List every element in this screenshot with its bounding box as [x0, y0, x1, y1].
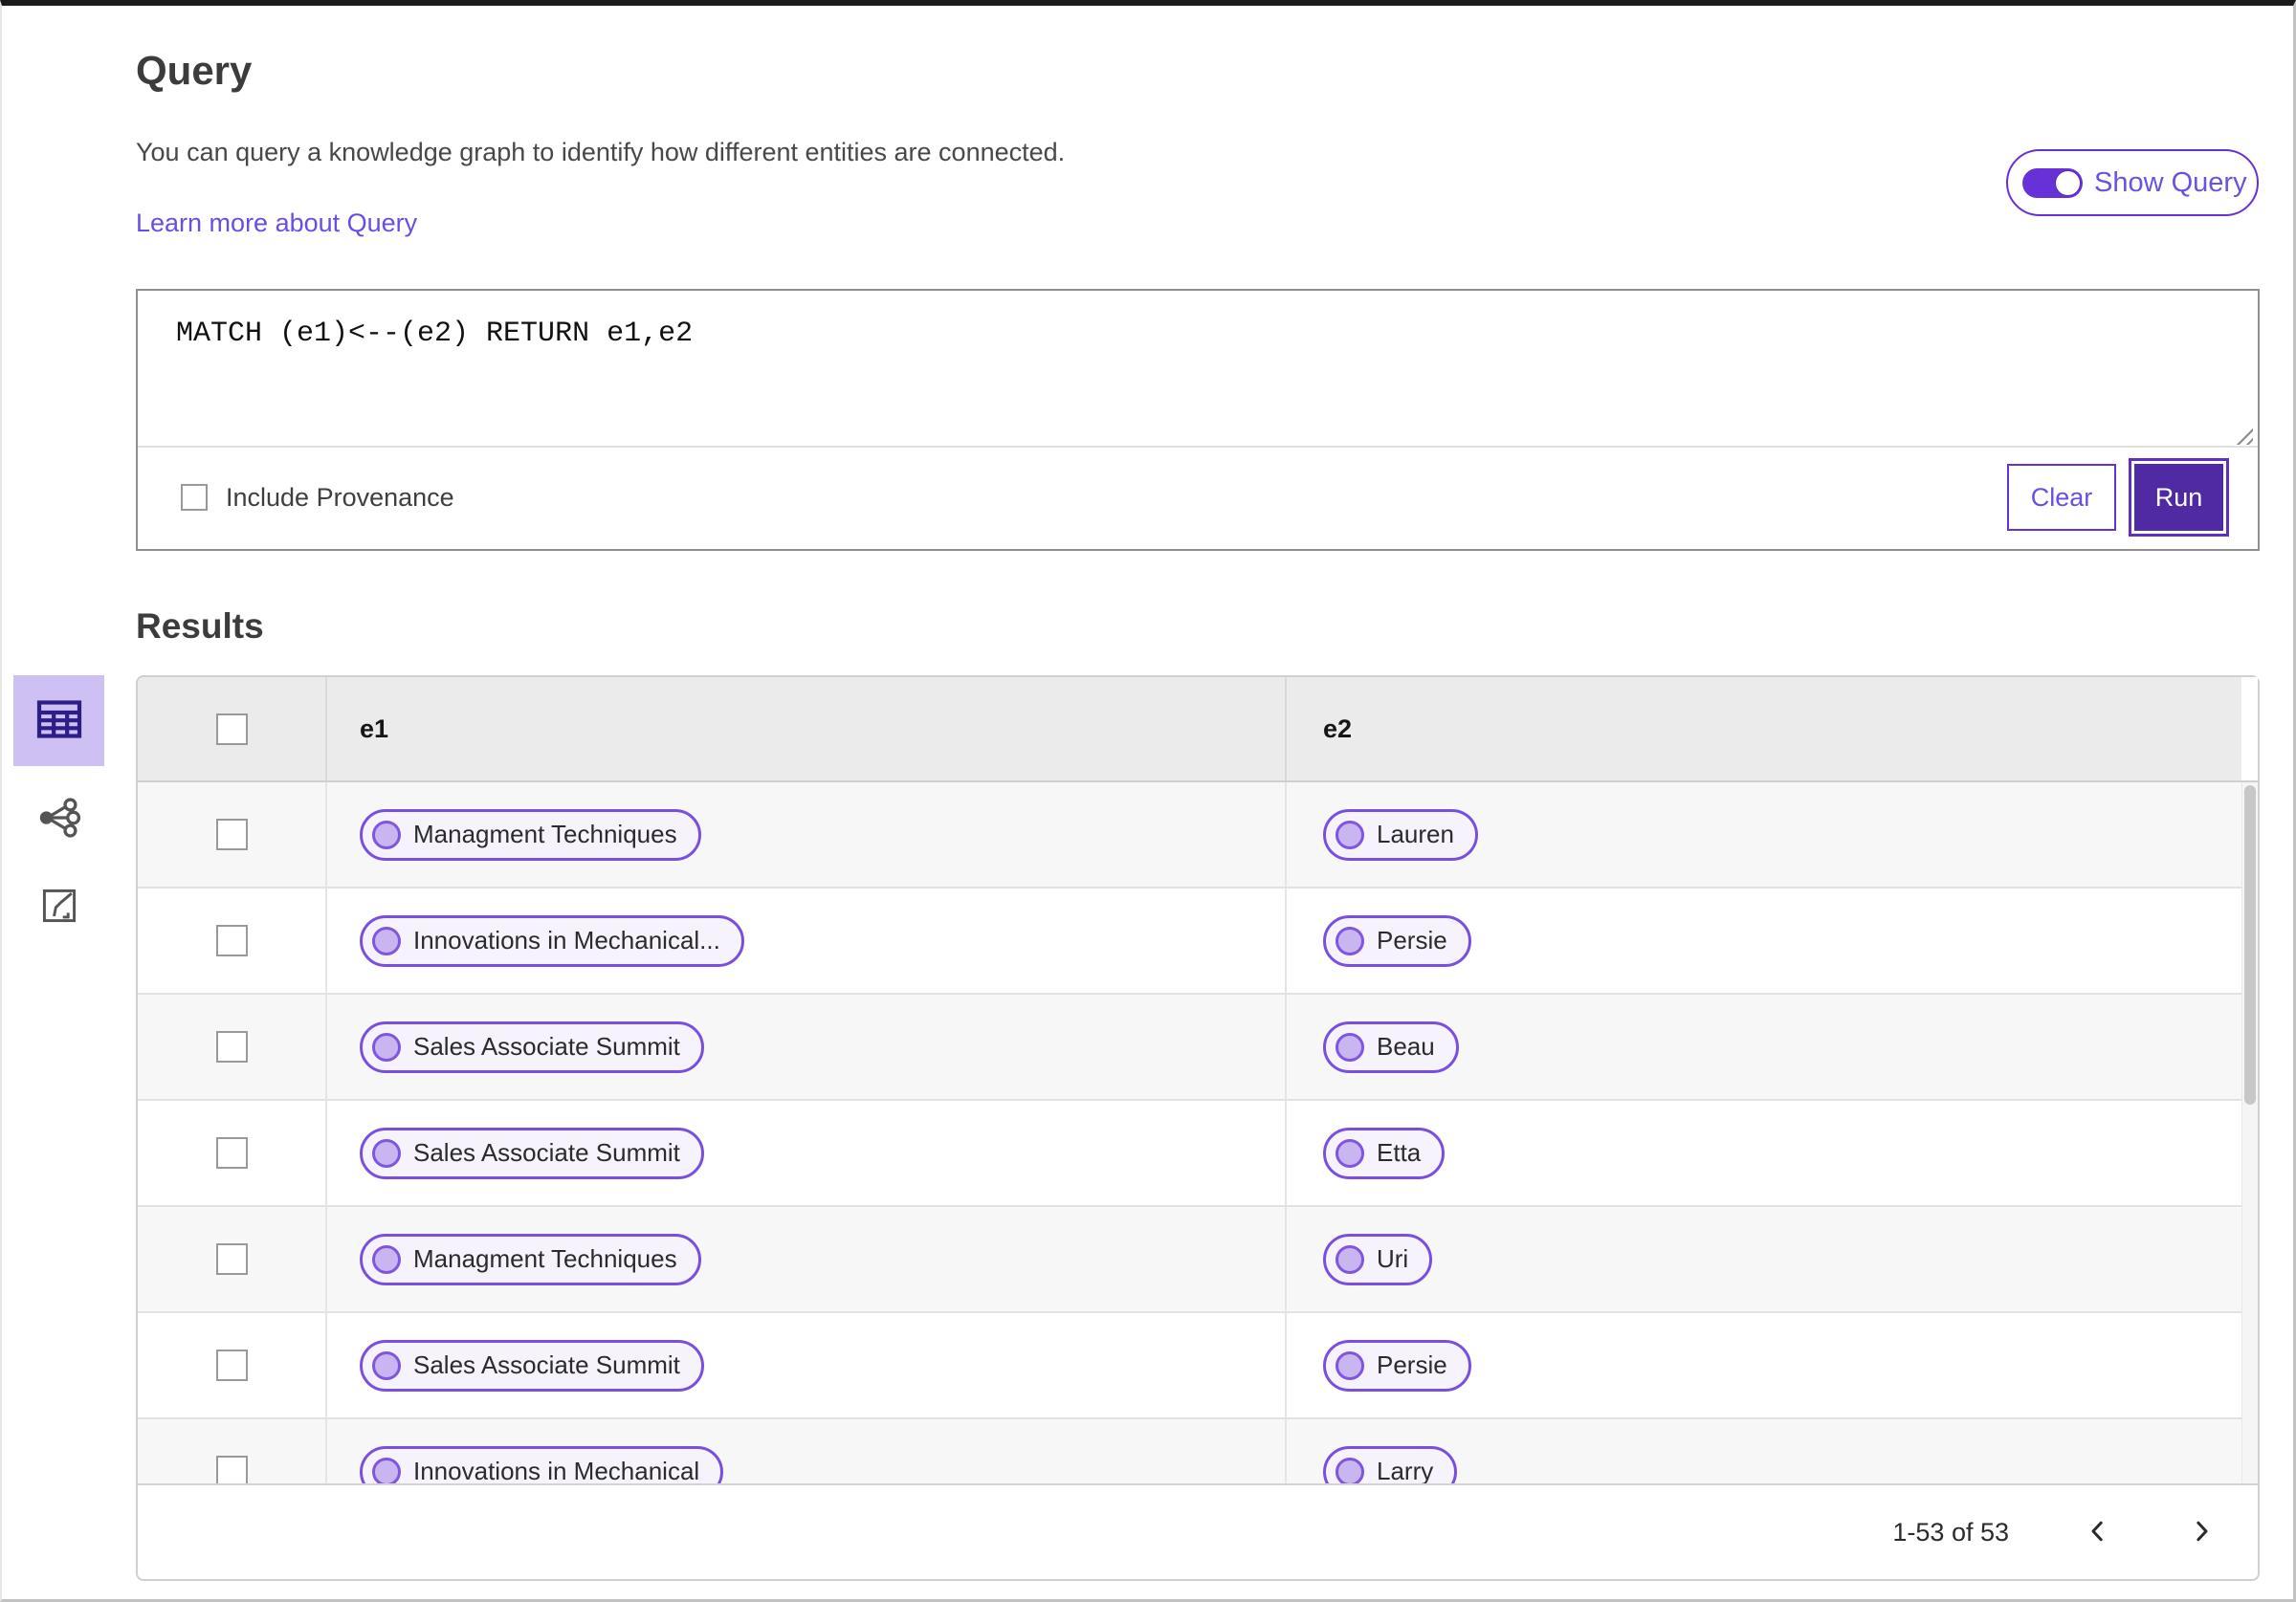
- table-view-button[interactable]: [13, 675, 104, 766]
- table-row: Managment Techniques Uri: [138, 1207, 2258, 1313]
- next-page-button[interactable]: [2187, 1517, 2216, 1548]
- row-checkbox[interactable]: [215, 925, 248, 956]
- table-body: Managment Techniques Lauren Innovations …: [138, 782, 2258, 1483]
- table-row: Sales Associate Summit Beau: [138, 995, 2258, 1101]
- entity-icon: [1336, 1138, 1364, 1168]
- entity-pill[interactable]: Sales Associate Summit: [360, 1127, 704, 1179]
- entity-label: Innovations in Mechanical...: [413, 926, 720, 955]
- entity-label: Innovations in Mechanical: [413, 1457, 700, 1483]
- entity-pill[interactable]: Managment Techniques: [360, 808, 701, 861]
- query-actions-bar: Include Provenance Clear Run: [138, 448, 2258, 547]
- entity-icon: [1336, 1244, 1364, 1274]
- table-row: Sales Associate Summit Etta: [138, 1101, 2258, 1207]
- entity-icon: [1336, 926, 1364, 955]
- include-provenance-checkbox[interactable]: [181, 484, 208, 511]
- entity-pill[interactable]: Sales Associate Summit: [360, 1339, 704, 1392]
- entity-label: Larry: [1377, 1457, 1434, 1483]
- entity-pill[interactable]: Persie: [1323, 1339, 1471, 1392]
- entity-icon: [372, 1457, 401, 1483]
- row-checkbox[interactable]: [215, 1456, 248, 1483]
- entity-pill[interactable]: Managment Techniques: [360, 1233, 701, 1285]
- entity-label: Sales Associate Summit: [413, 1032, 680, 1061]
- page-title: Query: [136, 48, 253, 93]
- row-checkbox[interactable]: [215, 1031, 248, 1063]
- table-row: Innovations in Mechanical Larry: [138, 1419, 2258, 1483]
- row-checkbox[interactable]: [215, 819, 248, 850]
- toggle-switch-icon[interactable]: [2022, 167, 2083, 198]
- table-row: Innovations in Mechanical... Persie: [138, 889, 2258, 995]
- table-scrollbar[interactable]: [2241, 782, 2258, 1483]
- table-icon: [33, 692, 86, 749]
- entity-pill[interactable]: Beau: [1323, 1020, 1459, 1073]
- pagination-range-label: 1-53 of 53: [1892, 1517, 2009, 1547]
- query-editor[interactable]: MATCH (e1)<--(e2) RETURN e1,e2: [138, 291, 2258, 448]
- entity-icon: [372, 1350, 401, 1380]
- table-header: e1 e2: [138, 677, 2258, 782]
- chevron-right-icon: [2187, 1517, 2216, 1548]
- entity-pill[interactable]: Innovations in Mechanical...: [360, 914, 744, 967]
- show-query-toggle[interactable]: Show Query: [2006, 149, 2259, 216]
- entity-label: Lauren: [1377, 820, 1454, 848]
- entity-pill[interactable]: Sales Associate Summit: [360, 1020, 704, 1073]
- entity-icon: [1336, 1350, 1364, 1380]
- entity-icon: [372, 1032, 401, 1062]
- run-button[interactable]: Run: [2129, 458, 2229, 537]
- entity-pill[interactable]: Persie: [1323, 914, 1471, 967]
- previous-page-button[interactable]: [2084, 1517, 2112, 1548]
- column-header-e2: e2: [1323, 713, 1353, 743]
- graph-view-button[interactable]: [17, 777, 101, 861]
- entity-pill[interactable]: Innovations in Mechanical: [360, 1445, 724, 1483]
- chart-view-button[interactable]: [17, 865, 101, 949]
- page-description: You can query a knowledge graph to ident…: [136, 138, 1066, 166]
- entity-icon: [1336, 1032, 1364, 1062]
- table-row: Sales Associate Summit Persie: [138, 1313, 2258, 1419]
- table-row: Managment Techniques Lauren: [138, 782, 2258, 889]
- entity-label: Persie: [1377, 926, 1447, 955]
- entity-icon: [372, 1244, 401, 1274]
- entity-pill[interactable]: Uri: [1323, 1233, 1433, 1285]
- select-all-checkbox[interactable]: [215, 713, 248, 745]
- chart-icon: [38, 885, 80, 930]
- entity-label: Uri: [1377, 1244, 1409, 1273]
- scrollbar-thumb[interactable]: [2244, 785, 2256, 1105]
- entity-icon: [372, 820, 401, 849]
- entity-label: Managment Techniques: [413, 1244, 677, 1273]
- entity-label: Managment Techniques: [413, 820, 677, 848]
- show-query-label: Show Query: [2094, 166, 2247, 198]
- column-header-e1: e1: [327, 677, 1287, 780]
- chevron-left-icon: [2084, 1517, 2112, 1548]
- entity-icon: [372, 926, 401, 955]
- entity-label: Beau: [1377, 1032, 1435, 1061]
- entity-label: Sales Associate Summit: [413, 1138, 680, 1167]
- toggle-knob: [2055, 169, 2081, 196]
- entity-label: Etta: [1377, 1138, 1422, 1167]
- entity-label: Persie: [1377, 1350, 1447, 1379]
- learn-more-link[interactable]: Learn more about Query: [136, 208, 417, 238]
- row-checkbox[interactable]: [215, 1243, 248, 1275]
- entity-icon: [1336, 1457, 1364, 1483]
- app-window: { "header": { "title": "Query", "descrip…: [0, 0, 2296, 1602]
- results-panel: e1 e2 Managment Techniques Lauren Innova…: [136, 675, 2260, 1581]
- entity-pill[interactable]: Etta: [1323, 1127, 1446, 1179]
- entity-pill[interactable]: Larry: [1323, 1445, 1458, 1483]
- include-provenance-label: Include Provenance: [226, 482, 454, 512]
- entity-icon: [1336, 820, 1364, 849]
- query-panel: MATCH (e1)<--(e2) RETURN e1,e2 Include P…: [136, 289, 2260, 551]
- pagination-bar: 1-53 of 53: [138, 1483, 2258, 1579]
- entity-icon: [372, 1138, 401, 1168]
- row-checkbox[interactable]: [215, 1350, 248, 1381]
- results-heading: Results: [136, 606, 264, 646]
- entity-label: Sales Associate Summit: [413, 1350, 680, 1379]
- network-icon: [35, 794, 83, 845]
- entity-pill[interactable]: Lauren: [1323, 808, 1478, 861]
- clear-button[interactable]: Clear: [2007, 464, 2116, 531]
- row-checkbox[interactable]: [215, 1137, 248, 1169]
